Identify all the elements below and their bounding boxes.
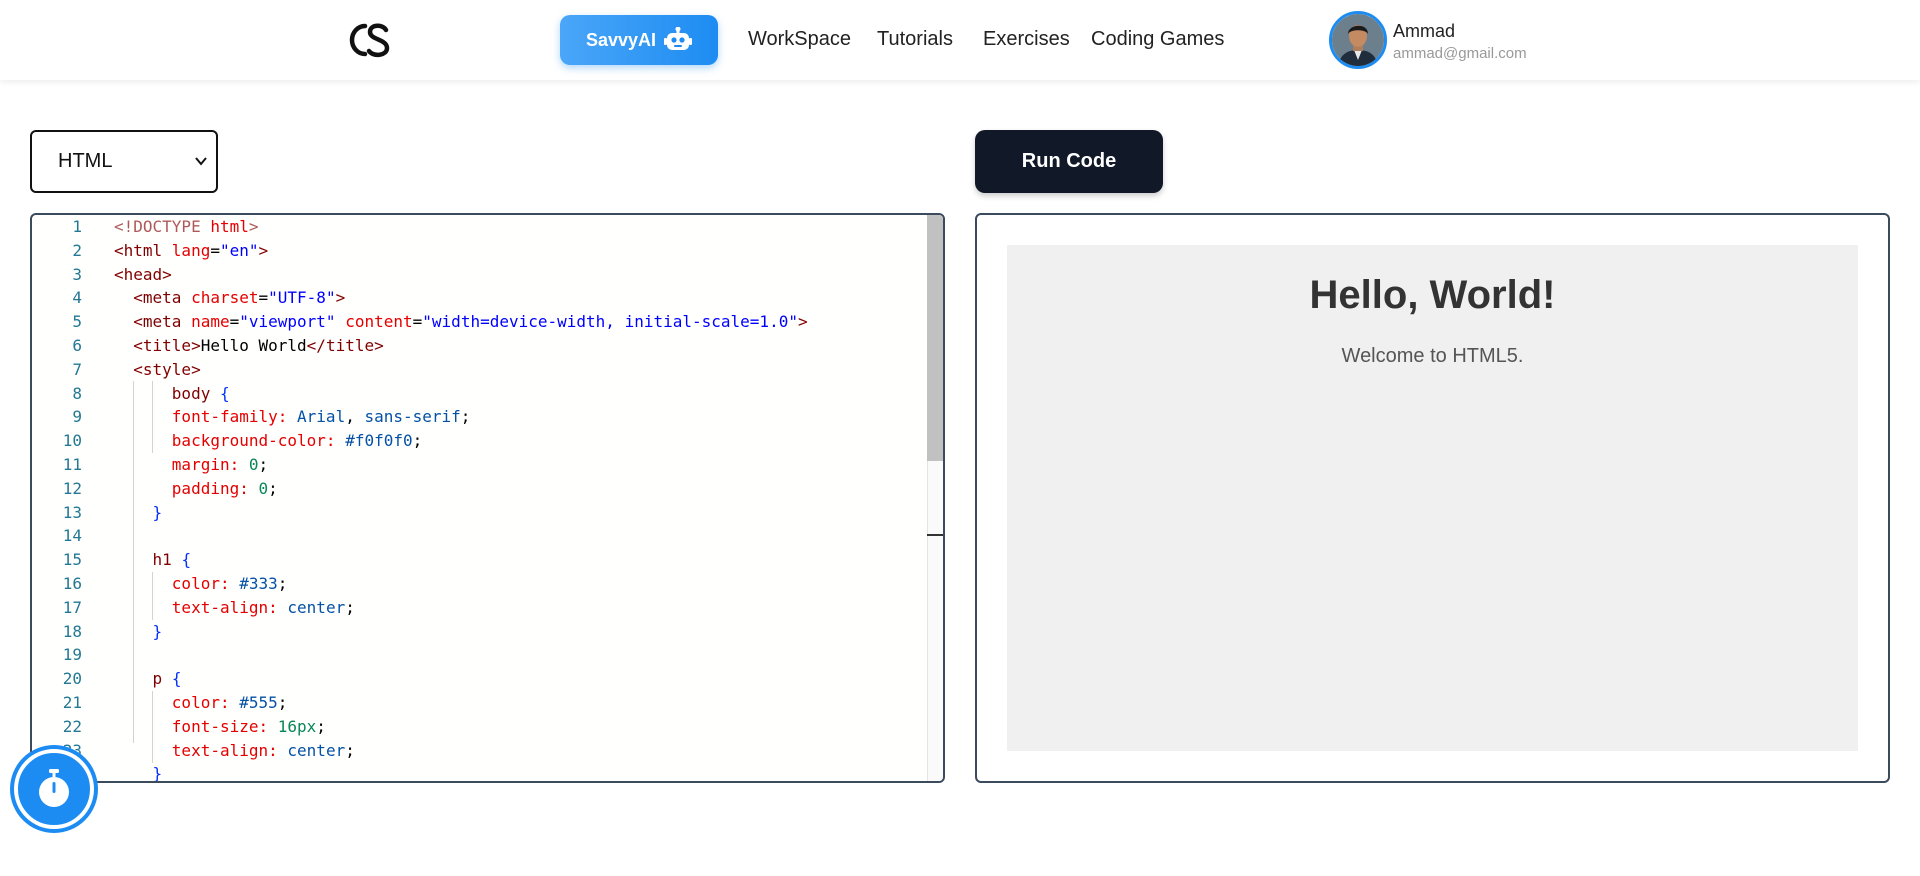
code-line: font-family: Arial, sans-serif;: [171, 407, 471, 427]
avatar[interactable]: [1329, 11, 1387, 69]
code-line: <meta name="viewport" content="width=dev…: [133, 312, 808, 332]
preview-paragraph: Welcome to HTML5.: [1341, 345, 1524, 367]
line-number: 9: [72, 407, 82, 427]
timer-button[interactable]: [14, 749, 94, 829]
line-number-gutter: 1 2 3 4 5 6 7 8 9 10 11 12 13 14 15 16 1…: [32, 215, 82, 781]
top-navbar: SavvyAI WorkSpace Tutorials Exercises Co…: [0, 0, 1920, 80]
line-number: 20: [62, 669, 82, 689]
code-line: }: [152, 502, 163, 522]
code-line: <meta charset="UTF-8">: [133, 288, 346, 308]
code-editor[interactable]: 1 2 3 4 5 6 7 8 9 10 11 12 13 14 15 16 1…: [30, 213, 945, 783]
savvy-ai-button[interactable]: SavvyAI: [560, 15, 718, 65]
line-number: 18: [62, 621, 82, 641]
savvy-ai-label: SavvyAI: [585, 29, 657, 50]
user-avatar-icon: [1332, 14, 1384, 66]
editor-scrollbar-thumb[interactable]: [927, 215, 943, 461]
line-number: 12: [62, 478, 82, 498]
nav-exercises[interactable]: Exercises: [983, 28, 1070, 51]
logo-icon[interactable]: [345, 16, 393, 64]
line-number: 3: [72, 264, 82, 284]
line-number: 21: [62, 693, 82, 712]
line-number: 8: [72, 383, 82, 403]
user-email: ammad@gmail.com: [1393, 45, 1527, 62]
code-line: }: [152, 621, 163, 641]
line-number: 13: [62, 502, 82, 522]
preview-heading: Hello, World!: [1309, 273, 1556, 317]
code-line: <style>: [133, 359, 201, 379]
code-line: <title>Hello World</title>: [133, 336, 384, 355]
code-line: body {: [171, 383, 230, 403]
language-select[interactable]: HTML: [30, 130, 218, 193]
scrollbar-cursor-marker: [927, 534, 943, 536]
line-number: 11: [62, 455, 82, 474]
language-select-value: HTML: [58, 150, 113, 172]
line-number: 19: [62, 645, 82, 665]
line-number: 2: [72, 240, 82, 260]
line-number: 7: [72, 359, 82, 379]
line-number: 6: [72, 336, 82, 355]
line-number: 17: [62, 597, 82, 617]
line-number: 22: [62, 716, 82, 736]
preview-frame: Hello, World! Welcome to HTML5.: [1007, 245, 1858, 751]
run-code-label: Run Code: [1021, 150, 1117, 172]
line-number: 16: [62, 574, 82, 593]
code-line: background-color: #f0f0f0;: [171, 431, 423, 451]
chevron-down-icon: [195, 157, 207, 166]
line-number: 4: [72, 288, 82, 308]
line-number: 5: [72, 312, 82, 332]
code-line: text-align: center;: [171, 740, 355, 760]
code-line: h1 {: [152, 550, 192, 570]
code-line: <head>: [114, 264, 172, 284]
robot-icon: [664, 27, 693, 50]
run-code-button[interactable]: Run Code: [975, 130, 1163, 193]
code-line: color: #333;: [171, 574, 288, 593]
code-line: <!DOCTYPE html>: [114, 217, 259, 236]
code-line: p {: [152, 669, 182, 689]
code-line: text-align: center;: [171, 597, 355, 617]
user-name: Ammad: [1393, 21, 1456, 41]
nav-coding-games[interactable]: Coding Games: [1091, 28, 1224, 51]
code-line: }: [152, 764, 163, 783]
line-number: 10: [62, 431, 82, 451]
line-number: 15: [62, 550, 82, 570]
line-number: 1: [72, 217, 82, 236]
line-number: 14: [62, 526, 82, 546]
stopwatch-icon: [39, 769, 69, 807]
editor-scrollbar[interactable]: [927, 215, 943, 781]
nav-tutorials[interactable]: Tutorials: [877, 28, 953, 51]
code-line: padding: 0;: [171, 478, 278, 498]
output-preview: Hello, World! Welcome to HTML5.: [975, 213, 1890, 783]
nav-workspace[interactable]: WorkSpace: [748, 28, 851, 51]
code-line: color: #555;: [171, 693, 288, 712]
code-line: margin: 0;: [171, 455, 269, 474]
code-line: <html lang="en">: [114, 240, 269, 260]
code-line: font-size: 16px;: [171, 716, 326, 736]
